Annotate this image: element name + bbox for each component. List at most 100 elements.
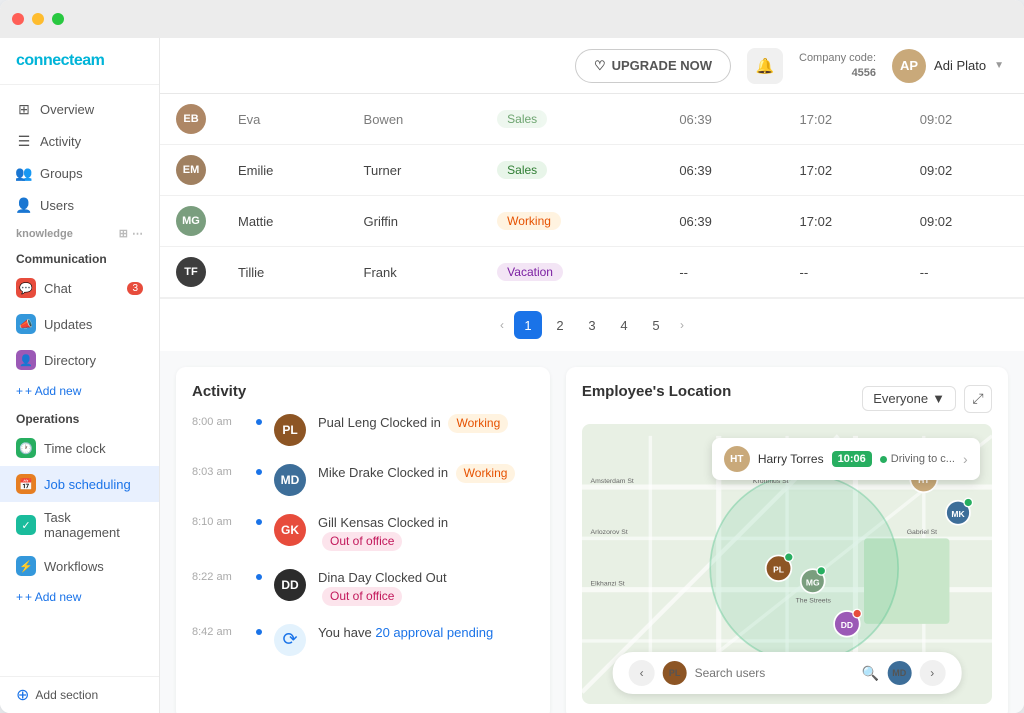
page-button-3[interactable]: 3 [578, 311, 606, 339]
tooltip-time: 10:06 [832, 451, 872, 467]
sidebar-item-groups[interactable]: 👥 Groups [0, 157, 159, 189]
table-row: EM Emilie Turner Sales 06:39 17:02 09:02 [160, 145, 1024, 196]
minimize-button[interactable] [32, 13, 44, 25]
app-body: connecteam ⊞ Overview ☰ Activity 👥 Group… [0, 38, 1024, 713]
user-avatar: AP [892, 49, 926, 83]
svg-text:MK: MK [951, 509, 965, 519]
add-comm-icon: + [16, 384, 23, 398]
map-header: Employee's Location Everyone ▼ ⤢ [582, 383, 992, 414]
sidebar-item-jobscheduling[interactable]: 📅 Job scheduling [0, 466, 159, 502]
close-button[interactable] [12, 13, 24, 25]
status-badge: Working [497, 212, 561, 230]
clock-icon: ⟳ [274, 624, 306, 656]
location-panel: Employee's Location Everyone ▼ ⤢ [566, 367, 1008, 713]
add-ops-icon: + [16, 590, 23, 604]
map-background: Amsterdam St Kronmus St Arlozorov St Elk… [582, 424, 992, 704]
page-button-1[interactable]: 1 [514, 311, 542, 339]
company-info: Company code: 4556 [799, 51, 876, 80]
sidebar-item-overview[interactable]: ⊞ Overview [0, 93, 159, 125]
status-badge: Sales [497, 110, 547, 128]
sidebar-item-activity[interactable]: ☰ Activity [0, 125, 159, 157]
svg-text:MG: MG [806, 577, 820, 587]
page-button-2[interactable]: 2 [546, 311, 574, 339]
pagination-next[interactable]: › [674, 314, 690, 336]
search-icon[interactable]: 🔍 [862, 665, 879, 682]
employees-table: EB Eva Bowen Sales 06:39 17:02 09:02 EM … [160, 94, 1024, 298]
user-menu[interactable]: AP Adi Plato ▼ [892, 49, 1004, 83]
main-content: ♡ UPGRADE NOW 🔔 Company code: 4556 AP Ad… [160, 38, 1024, 713]
status-badge: Out of office [322, 532, 402, 551]
activity-item: 8:10 am GK Gill Kensas Clocked in Out of… [192, 514, 534, 551]
activity-dot [256, 519, 262, 525]
activity-item: 8:00 am PL Pual Leng Clocked in Working [192, 414, 534, 446]
avatar: MG [176, 206, 206, 236]
chat-icon: 💬 [16, 278, 36, 298]
svg-text:Arlozorov St: Arlozorov St [590, 529, 627, 536]
sidebar-item-timeclock[interactable]: 🕐 Time clock [0, 430, 159, 466]
sidebar-item-updates[interactable]: 📣 Updates [0, 306, 159, 342]
sidebar-section-knowledge: knowledge ⊞ ⋯ [0, 221, 159, 244]
taskmanagement-icon: ✓ [16, 515, 36, 535]
map-next-button[interactable]: › [919, 660, 945, 686]
users-icon: 👤 [16, 197, 32, 213]
upgrade-button[interactable]: ♡ UPGRADE NOW [575, 49, 731, 83]
groups-icon: 👥 [16, 165, 32, 181]
svg-text:PL: PL [773, 565, 784, 575]
activity-panel: Activity 8:00 am PL Pual Leng Clocked in… [176, 367, 550, 713]
page-button-5[interactable]: 5 [642, 311, 670, 339]
add-new-operations[interactable]: + + Add new [0, 584, 159, 610]
status-badge: Working [448, 414, 508, 433]
app-logo: connecteam [0, 38, 159, 85]
svg-text:The Streets: The Streets [795, 597, 831, 604]
activity-panel-title: Activity [192, 383, 534, 400]
add-knowledge-icon[interactable]: ⊞ [119, 227, 128, 240]
search-users-input[interactable] [695, 666, 854, 680]
sidebar-item-users[interactable]: 👤 Users [0, 189, 159, 221]
add-new-communication[interactable]: + + Add new [0, 378, 159, 404]
activity-dot [256, 629, 262, 635]
bell-icon: 🔔 [756, 57, 775, 75]
status-dot [880, 456, 887, 463]
table-row: EB Eva Bowen Sales 06:39 17:02 09:02 [160, 94, 1024, 145]
jobscheduling-icon: 📅 [16, 474, 36, 494]
table-row: MG Mattie Griffin Working 06:39 17:02 09… [160, 196, 1024, 247]
titlebar [0, 0, 1024, 38]
svg-text:Gabriel St: Gabriel St [907, 529, 937, 536]
expand-map-button[interactable]: ⤢ [964, 385, 992, 413]
chevron-down-icon: ▼ [932, 391, 945, 406]
avatar: TF [176, 257, 206, 287]
status-badge: Working [456, 464, 516, 483]
sidebar-item-workflows[interactable]: ⚡ Workflows [0, 548, 159, 584]
notifications-button[interactable]: 🔔 [747, 48, 783, 84]
more-knowledge-icon[interactable]: ⋯ [132, 227, 143, 240]
sidebar-item-directory[interactable]: 👤 Directory [0, 342, 159, 378]
status-badge: Vacation [497, 263, 563, 281]
avatar: DD [274, 569, 306, 601]
activity-item: 8:22 am DD Dina Day Clocked Out Out of o… [192, 569, 534, 606]
map-prev-button[interactable]: ‹ [629, 660, 655, 686]
map-container: Amsterdam St Kronmus St Arlozorov St Elk… [582, 424, 992, 704]
add-section-button[interactable]: ⊕ Add section [0, 676, 159, 713]
add-section-icon: ⊕ [16, 685, 29, 705]
sidebar-item-taskmanagement[interactable]: ✓ Task management [0, 502, 159, 548]
activity-item: 8:03 am MD Mike Drake Clocked in Working [192, 464, 534, 496]
avatar: MD [274, 464, 306, 496]
tooltip-expand-icon[interactable]: › [963, 451, 968, 467]
pagination-prev[interactable]: ‹ [494, 314, 510, 336]
communication-group-label: Communication [0, 244, 159, 270]
avatar: EM [176, 155, 206, 185]
page-button-4[interactable]: 4 [610, 311, 638, 339]
search-avatar-left: PL [663, 661, 687, 685]
approval-link[interactable]: 20 approval pending [375, 625, 493, 640]
svg-text:Amsterdam St: Amsterdam St [590, 478, 633, 485]
status-badge: Sales [497, 161, 547, 179]
svg-text:Elkhanzi St: Elkhanzi St [590, 580, 624, 587]
activity-icon: ☰ [16, 133, 32, 149]
everyone-dropdown[interactable]: Everyone ▼ [862, 386, 956, 411]
maximize-button[interactable] [52, 13, 64, 25]
sidebar-section-knowledge-icons: ⊞ ⋯ [119, 227, 143, 240]
sidebar: connecteam ⊞ Overview ☰ Activity 👥 Group… [0, 38, 160, 713]
avatar: PL [274, 414, 306, 446]
activity-dot [256, 419, 262, 425]
sidebar-item-chat[interactable]: 💬 Chat 3 [0, 270, 159, 306]
